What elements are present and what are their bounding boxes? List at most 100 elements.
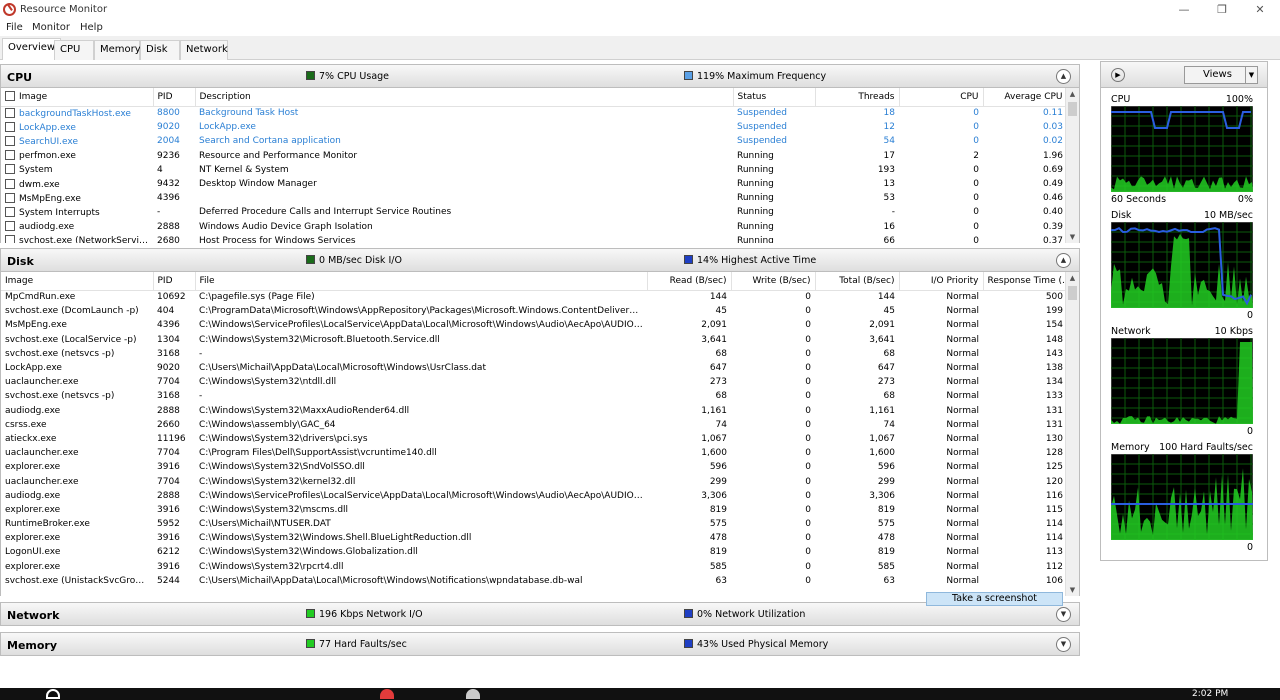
row-checkbox[interactable] bbox=[5, 192, 15, 203]
column-header-threads[interactable]: Threads bbox=[815, 88, 900, 107]
row-checkbox[interactable] bbox=[5, 235, 15, 243]
row-checkbox[interactable] bbox=[5, 107, 15, 118]
column-header-average-cpu[interactable]: Average CPU bbox=[983, 88, 1068, 107]
tab-cpu[interactable]: CPU bbox=[54, 40, 94, 60]
network-section-header[interactable]: Network 196 Kbps Network I/O 0% Network … bbox=[0, 602, 1080, 626]
row-checkbox[interactable] bbox=[5, 221, 15, 232]
row-checkbox[interactable] bbox=[5, 206, 15, 217]
table-row[interactable]: svchost.exe (UnistackSvcGroup) 5244 C:\Use… bbox=[1, 574, 1067, 588]
table-row[interactable]: explorer.exe 3916 C:\Windows\System32\mscm… bbox=[1, 503, 1067, 517]
table-row[interactable]: explorer.exe 3916 C:\Windows\System32\rpcr… bbox=[1, 560, 1067, 574]
scroll-up-icon[interactable]: ▲ bbox=[1066, 88, 1079, 100]
cpu-section-header[interactable]: CPU 7% CPU Usage 119% Maximum Frequency … bbox=[0, 64, 1080, 88]
table-row[interactable]: System 4 NT Kernel & System Running 193 0 0.69 bbox=[1, 163, 1067, 177]
column-header-image[interactable]: Image bbox=[1, 88, 154, 107]
network-section-title: Network bbox=[7, 609, 60, 622]
table-row[interactable]: SearchUI.exe 2004 Search and Cortana appli… bbox=[1, 134, 1067, 148]
table-row[interactable]: uaclauncher.exe 7704 C:\Windows\System32\n… bbox=[1, 375, 1067, 389]
column-header-pid[interactable]: PID bbox=[153, 88, 196, 107]
table-cell: Normal bbox=[946, 433, 979, 444]
table-cell: 585 bbox=[877, 561, 895, 572]
screenshot-tooltip[interactable]: Take a screenshot bbox=[926, 592, 1063, 606]
scroll-thumb[interactable] bbox=[1068, 102, 1077, 116]
collapse-icon[interactable]: ▲ bbox=[1056, 69, 1071, 84]
tab-overview[interactable]: Overview bbox=[2, 38, 62, 60]
table-cell: C:\Windows\System32\drivers\pci.sys bbox=[199, 433, 368, 444]
table-row[interactable]: LogonUI.exe 6212 C:\Windows\System32\Windo… bbox=[1, 545, 1067, 559]
table-row[interactable]: audiodg.exe 2888 Windows Audio Device Grap… bbox=[1, 220, 1067, 234]
tab-disk[interactable]: Disk bbox=[140, 40, 180, 60]
column-header-cpu[interactable]: CPU bbox=[899, 88, 984, 107]
table-row[interactable]: uaclauncher.exe 7704 C:\Program Files\Dell… bbox=[1, 446, 1067, 460]
table-row[interactable]: audiodg.exe 2888 C:\Windows\ServiceProfile… bbox=[1, 489, 1067, 503]
expand-icon[interactable]: ▼ bbox=[1056, 607, 1071, 622]
row-checkbox[interactable] bbox=[5, 150, 15, 161]
table-row[interactable]: svchost.exe (NetworkService -p) 2680 Host … bbox=[1, 234, 1067, 243]
table-row[interactable]: MpCmdRun.exe 10692 C:\pagefile.sys (Page F… bbox=[1, 290, 1067, 304]
column-header-io-priority[interactable]: I/O Priority bbox=[899, 272, 984, 291]
table-row[interactable]: backgroundTaskHost.exe 8800 Background Tas… bbox=[1, 106, 1067, 120]
table-row[interactable]: perfmon.exe 9236 Resource and Performance … bbox=[1, 149, 1067, 163]
column-header-file[interactable]: File bbox=[195, 272, 648, 291]
table-row[interactable]: csrss.exe 2660 C:\Windows\assembly\GAC_64 7… bbox=[1, 418, 1067, 432]
table-row[interactable]: LockApp.exe 9020 LockApp.exe Suspended 12 0 0.… bbox=[1, 120, 1067, 134]
table-row[interactable]: svchost.exe (netsvcs -p) 3168 - 68 0 68 Normal… bbox=[1, 347, 1067, 361]
table-row[interactable]: atieckx.exe 11196 C:\Windows\System32\driv… bbox=[1, 432, 1067, 446]
disk-table-scrollbar[interactable]: ▲ ▼ bbox=[1065, 272, 1079, 596]
table-cell: 596 bbox=[709, 462, 727, 473]
menu-file[interactable]: File bbox=[6, 22, 23, 33]
row-checkbox[interactable] bbox=[5, 178, 15, 189]
tab-network[interactable]: Network bbox=[180, 40, 228, 60]
column-header-write[interactable]: Write (B/sec) bbox=[731, 272, 816, 291]
cpu-table-scrollbar[interactable]: ▲ ▼ bbox=[1065, 88, 1079, 243]
scroll-up-icon[interactable]: ▲ bbox=[1066, 272, 1079, 284]
collapse-icon[interactable]: ▲ bbox=[1056, 253, 1071, 268]
app-icon[interactable] bbox=[380, 689, 394, 699]
table-row[interactable]: audiodg.exe 2888 C:\Windows\System32\MaxxA… bbox=[1, 404, 1067, 418]
search-icon[interactable] bbox=[46, 689, 60, 699]
column-header-pid[interactable]: PID bbox=[153, 272, 196, 291]
scroll-down-icon[interactable]: ▼ bbox=[1066, 584, 1079, 596]
table-row[interactable]: RuntimeBroker.exe 5952 C:\Users\Michail\NT… bbox=[1, 517, 1067, 531]
views-dropdown[interactable]: Views ▼ bbox=[1184, 66, 1258, 84]
table-row[interactable]: svchost.exe (DcomLaunch -p) 404 C:\Program… bbox=[1, 304, 1067, 318]
table-row[interactable]: explorer.exe 3916 C:\Windows\System32\SndV… bbox=[1, 460, 1067, 474]
table-cell: 1,161 bbox=[701, 405, 727, 416]
column-header-response-time[interactable]: Response Time (... bbox=[983, 272, 1068, 291]
column-header-status[interactable]: ^ Status bbox=[733, 88, 816, 107]
table-row[interactable]: LockApp.exe 9020 C:\Users\Michail\AppData\… bbox=[1, 361, 1067, 375]
minimize-button[interactable]: — bbox=[1166, 0, 1202, 20]
table-row[interactable]: MsMpEng.exe 4396 C:\Windows\ServiceProfile… bbox=[1, 318, 1067, 332]
row-checkbox[interactable] bbox=[5, 121, 15, 132]
table-cell: Normal bbox=[946, 476, 979, 487]
column-header-image[interactable]: Image bbox=[1, 272, 154, 291]
column-header-description[interactable]: Description bbox=[195, 88, 734, 107]
menu-help[interactable]: Help bbox=[80, 22, 103, 33]
close-button[interactable]: ✕ bbox=[1242, 0, 1278, 20]
table-cell: 148 bbox=[1045, 334, 1063, 345]
table-row[interactable]: dwm.exe 9432 Desktop Window Manager Running… bbox=[1, 177, 1067, 191]
column-header-read[interactable]: Read (B/sec) bbox=[647, 272, 732, 291]
select-all-checkbox[interactable] bbox=[5, 91, 15, 102]
tab-memory[interactable]: Memory bbox=[94, 40, 141, 60]
menu-monitor[interactable]: Monitor bbox=[32, 22, 70, 33]
maximize-button[interactable]: ❐ bbox=[1204, 0, 1240, 20]
table-row[interactable]: svchost.exe (LocalService -p) 1304 C:\Wind… bbox=[1, 333, 1067, 347]
scroll-down-icon[interactable]: ▼ bbox=[1066, 231, 1079, 243]
memory-section-header[interactable]: Memory 77 Hard Faults/sec 43% Used Physi… bbox=[0, 632, 1080, 656]
table-row[interactable]: svchost.exe (netsvcs -p) 3168 - 68 0 68 Normal… bbox=[1, 389, 1067, 403]
expand-pane-icon[interactable]: ▶ bbox=[1111, 68, 1125, 82]
table-row[interactable]: uaclauncher.exe 7704 C:\Windows\System32\k… bbox=[1, 474, 1067, 488]
expand-icon[interactable]: ▼ bbox=[1056, 637, 1071, 652]
table-cell: Deferred Procedure Calls and Interrupt S… bbox=[199, 207, 452, 218]
table-row[interactable]: MsMpEng.exe 4396 Running 53 0 0.46 bbox=[1, 191, 1067, 205]
row-checkbox[interactable] bbox=[5, 135, 15, 146]
disk-section-header[interactable]: Disk 0 MB/sec Disk I/O 14% Highest Activ… bbox=[0, 248, 1080, 272]
row-checkbox[interactable] bbox=[5, 164, 15, 175]
scroll-thumb[interactable] bbox=[1068, 286, 1077, 300]
table-row[interactable]: System Interrupts - Deferred Procedure Cal… bbox=[1, 205, 1067, 219]
app-icon[interactable] bbox=[466, 689, 480, 699]
table-cell: 0.39 bbox=[1042, 221, 1063, 232]
table-row[interactable]: explorer.exe 3916 C:\Windows\System32\Wind… bbox=[1, 531, 1067, 545]
column-header-total[interactable]: Total (B/sec) bbox=[815, 272, 900, 291]
